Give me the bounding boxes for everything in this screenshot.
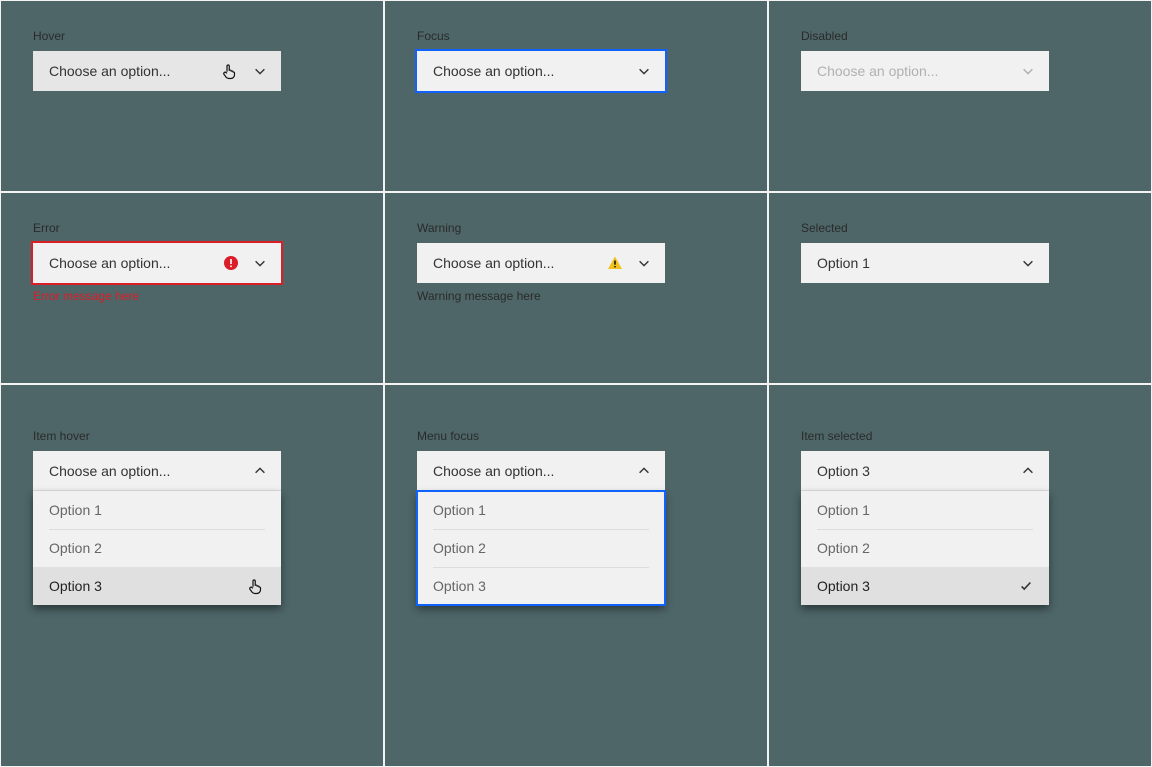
dropdown-header-text: Option 3 <box>817 463 870 479</box>
dropdown-text: Choose an option... <box>49 255 170 271</box>
warning-help-text: Warning message here <box>417 289 735 303</box>
cell-menu-focus: Menu focus Choose an option... Option 1 … <box>384 384 768 767</box>
state-label: Selected <box>801 221 1119 235</box>
state-label: Error <box>33 221 351 235</box>
cell-warning: Warning Choose an option... Warning mess… <box>384 192 768 384</box>
dropdown-text: Option 1 <box>817 255 870 271</box>
menu-item-selected[interactable]: Option 3 <box>801 567 1049 605</box>
dropdown-text: Choose an option... <box>49 63 170 79</box>
state-label: Warning <box>417 221 735 235</box>
dropdown-hover[interactable]: Choose an option... <box>33 51 281 91</box>
checkmark-icon <box>1019 579 1033 593</box>
menu-item[interactable]: Option 3 <box>417 567 665 605</box>
state-label: Menu focus <box>417 429 735 443</box>
warning-icon <box>607 255 623 271</box>
dropdown-disabled: Choose an option... <box>801 51 1049 91</box>
dropdown-warning[interactable]: Choose an option... <box>417 243 665 283</box>
menu-item[interactable]: Option 2 <box>801 529 1049 567</box>
dropdown-header[interactable]: Choose an option... <box>417 451 665 491</box>
dropdown-menu: Option 1 Option 2 Option 3 <box>801 491 1049 605</box>
chevron-down-icon <box>637 256 651 270</box>
dropdown-text: Choose an option... <box>433 63 554 79</box>
dropdown-open-menu-focus[interactable]: Choose an option... Option 1 Option 2 Op… <box>417 451 665 605</box>
cursor-hand-icon <box>247 577 265 595</box>
menu-item-hovered[interactable]: Option 3 <box>33 567 281 605</box>
dropdown-text: Choose an option... <box>433 255 554 271</box>
chevron-down-icon <box>253 64 267 78</box>
cursor-hand-icon <box>221 62 239 80</box>
chevron-down-icon <box>1021 256 1035 270</box>
cell-item-hover: Item hover Choose an option... Option 1 … <box>0 384 384 767</box>
state-label: Disabled <box>801 29 1119 43</box>
dropdown-focus[interactable]: Choose an option... <box>417 51 665 91</box>
dropdown-open-item-hover[interactable]: Choose an option... Option 1 Option 2 Op… <box>33 451 281 605</box>
state-label: Item selected <box>801 429 1119 443</box>
menu-item[interactable]: Option 1 <box>33 491 281 529</box>
dropdown-header[interactable]: Choose an option... <box>33 451 281 491</box>
error-icon <box>223 255 239 271</box>
dropdown-menu: Option 1 Option 2 Option 3 <box>33 491 281 605</box>
cell-disabled: Disabled Choose an option... <box>768 0 1152 192</box>
state-label: Focus <box>417 29 735 43</box>
menu-item[interactable]: Option 1 <box>801 491 1049 529</box>
dropdown-header-text: Choose an option... <box>433 463 554 479</box>
state-label: Hover <box>33 29 351 43</box>
cell-selected: Selected Option 1 <box>768 192 1152 384</box>
dropdown-selected[interactable]: Option 1 <box>801 243 1049 283</box>
menu-item[interactable]: Option 1 <box>417 491 665 529</box>
state-label: Item hover <box>33 429 351 443</box>
dropdown-header[interactable]: Option 3 <box>801 451 1049 491</box>
dropdown-open-item-selected[interactable]: Option 3 Option 1 Option 2 Option 3 <box>801 451 1049 605</box>
dropdown-text: Choose an option... <box>817 63 938 79</box>
menu-item[interactable]: Option 2 <box>33 529 281 567</box>
chevron-up-icon <box>1021 464 1035 478</box>
chevron-up-icon <box>637 464 651 478</box>
chevron-down-icon <box>637 64 651 78</box>
chevron-down-icon <box>1021 64 1035 78</box>
chevron-up-icon <box>253 464 267 478</box>
dropdown-menu-focused: Option 1 Option 2 Option 3 <box>417 491 665 605</box>
cell-item-selected: Item selected Option 3 Option 1 Option 2… <box>768 384 1152 767</box>
dropdown-error[interactable]: Choose an option... <box>33 243 281 283</box>
chevron-down-icon <box>253 256 267 270</box>
cell-hover: Hover Choose an option... <box>0 0 384 192</box>
dropdown-header-text: Choose an option... <box>49 463 170 479</box>
cell-focus: Focus Choose an option... <box>384 0 768 192</box>
error-help-text: Error message here <box>33 289 351 303</box>
menu-item[interactable]: Option 2 <box>417 529 665 567</box>
cell-error: Error Choose an option... Error message … <box>0 192 384 384</box>
